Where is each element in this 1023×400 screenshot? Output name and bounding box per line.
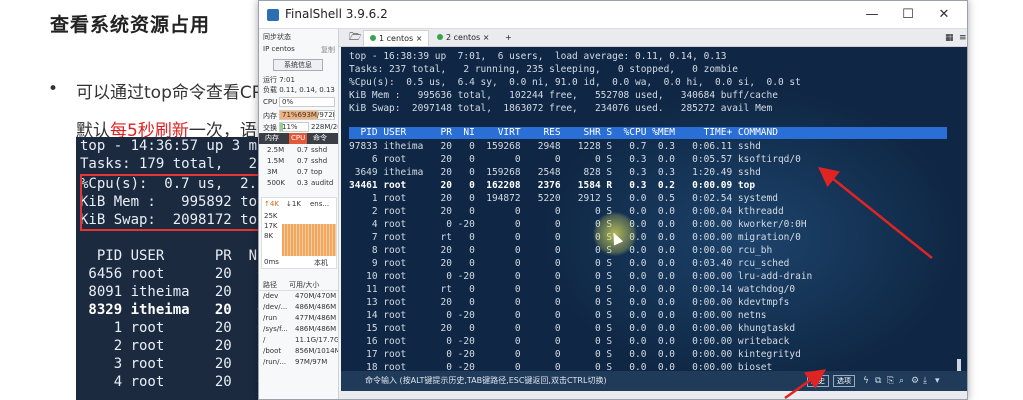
arrow-to-command <box>818 166 933 259</box>
arrow-to-buttons <box>784 369 827 400</box>
annotation-arrows <box>784 166 933 400</box>
